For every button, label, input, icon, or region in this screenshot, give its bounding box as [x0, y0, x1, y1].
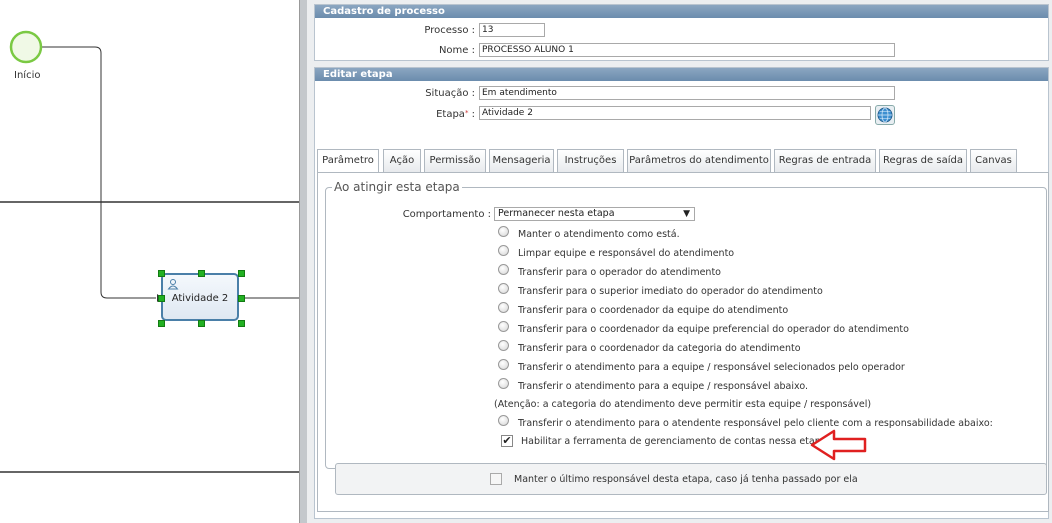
tab-regras-saida[interactable]: Regras de saída: [879, 149, 967, 173]
radio-button[interactable]: [498, 245, 509, 256]
radio-button[interactable]: [498, 321, 509, 332]
red-arrow-annotation-icon: [810, 429, 867, 461]
resize-handle-br[interactable]: [238, 320, 245, 327]
comportamento-label: Comportamento :: [402, 209, 491, 220]
radio-button[interactable]: [498, 359, 509, 370]
tab-instrucoes[interactable]: Instruções: [557, 149, 624, 173]
checkbox-manter-label: Manter o último responsável desta etapa,…: [514, 474, 858, 485]
radio-label: Limpar equipe e responsável do atendimen…: [518, 248, 735, 259]
resize-handle-tm[interactable]: [198, 270, 205, 277]
situacao-label: Situação :: [425, 88, 475, 99]
tab-regras-entrada[interactable]: Regras de entrada: [774, 149, 876, 173]
situacao-field[interactable]: Em atendimento: [479, 86, 895, 100]
start-event-label: Início: [14, 70, 41, 81]
etapa-label: Etapa: [436, 109, 465, 120]
nome-label: Nome :: [438, 45, 475, 56]
radio-button[interactable]: [498, 378, 509, 389]
radio-label: Transferir para o superior imediato do o…: [518, 286, 823, 297]
process-diagram-canvas[interactable]: Início Atividade 2: [0, 0, 300, 523]
comportamento-select[interactable]: Permanecer nesta etapa ▼: [494, 207, 695, 221]
resize-handle-bl[interactable]: [158, 320, 165, 327]
radio-label: Transferir o atendimento para a equipe /…: [518, 362, 905, 373]
processo-label: Processo :: [424, 25, 475, 36]
radio-button[interactable]: [498, 340, 509, 351]
tab-canvas[interactable]: Canvas: [970, 149, 1017, 173]
processo-field[interactable]: 13: [479, 23, 545, 37]
start-event-icon[interactable]: [9, 30, 43, 64]
radio-button[interactable]: [498, 302, 509, 313]
etapa-field[interactable]: Atividade 2: [479, 106, 871, 120]
checkbox-manter-responsavel[interactable]: [490, 473, 502, 485]
tab-acao[interactable]: Ação: [383, 149, 421, 173]
task-atividade-2[interactable]: Atividade 2: [161, 273, 239, 321]
task-label: Atividade 2: [171, 293, 229, 304]
tab-mensageria[interactable]: Mensageria: [489, 149, 554, 173]
etapa-label-wrap: Etapa* :: [375, 109, 475, 120]
resize-handle-ml[interactable]: [158, 295, 165, 302]
section-cadastro-processo: Cadastro de processo Processo : 13 Nome …: [314, 4, 1049, 61]
tab-parametros-atendimento[interactable]: Parâmetros do atendimento: [627, 149, 771, 173]
resize-handle-tr[interactable]: [238, 270, 245, 277]
radio-label: Transferir o atendimento para o atendent…: [518, 418, 993, 429]
user-task-icon: [167, 279, 179, 290]
nome-field[interactable]: PROCESSO ALUNO 1: [479, 43, 895, 57]
properties-panel: Cadastro de processo Processo : 13 Nome …: [307, 0, 1052, 523]
radio-button[interactable]: [498, 283, 509, 294]
panel-splitter[interactable]: [299, 0, 307, 523]
chevron-down-icon: ▼: [683, 209, 690, 219]
required-marker: *: [464, 109, 469, 117]
resize-handle-tl[interactable]: [158, 270, 165, 277]
section-header-cadastro: Cadastro de processo: [315, 5, 1048, 18]
radio-label: Manter o atendimento como está.: [518, 229, 680, 240]
tab-permissao[interactable]: Permissão: [424, 149, 486, 173]
radio-button[interactable]: [498, 415, 509, 426]
resize-handle-mr[interactable]: [238, 295, 245, 302]
radio-label: Transferir o atendimento para a equipe /…: [518, 381, 809, 392]
manter-responsavel-box: Manter o último responsável desta etapa,…: [335, 463, 1047, 495]
diagram-svg: [0, 30, 300, 473]
checkmark-icon: ✔: [502, 434, 512, 447]
tab-content-parametro: Ao atingir esta etapa Comportamento : Pe…: [317, 172, 1049, 512]
checkbox-ferramenta-label: Habilitar a ferramenta de gerenciamento …: [521, 436, 827, 447]
radio-label: Transferir para o coordenador da equipe …: [518, 324, 909, 335]
globe-icon: [877, 107, 893, 123]
sequence-flow-start-to-task: [41, 46, 156, 299]
comportamento-value: Permanecer nesta etapa: [498, 208, 615, 219]
radio-label: Transferir para o coordenador da categor…: [518, 343, 801, 354]
attention-note: (Atenção: a categoria do atendimento dev…: [494, 399, 872, 410]
checkbox-ferramenta[interactable]: ✔: [501, 435, 513, 447]
section-header-editar: Editar etapa: [315, 68, 1048, 81]
etapa-colon: :: [471, 109, 475, 120]
radio-button[interactable]: [498, 226, 509, 237]
resize-handle-bm[interactable]: [198, 320, 205, 327]
fieldset-legend: Ao atingir esta etapa: [332, 180, 462, 194]
radio-label: Transferir para o operador do atendiment…: [518, 267, 721, 278]
tab-parametro[interactable]: Parâmetro: [317, 149, 379, 173]
radio-label: Transferir para o coordenador da equipe …: [518, 305, 789, 316]
fieldset-ao-atingir: Ao atingir esta etapa Comportamento : Pe…: [325, 180, 1047, 469]
radio-button[interactable]: [498, 264, 509, 275]
etapa-lookup-button[interactable]: [875, 105, 895, 125]
